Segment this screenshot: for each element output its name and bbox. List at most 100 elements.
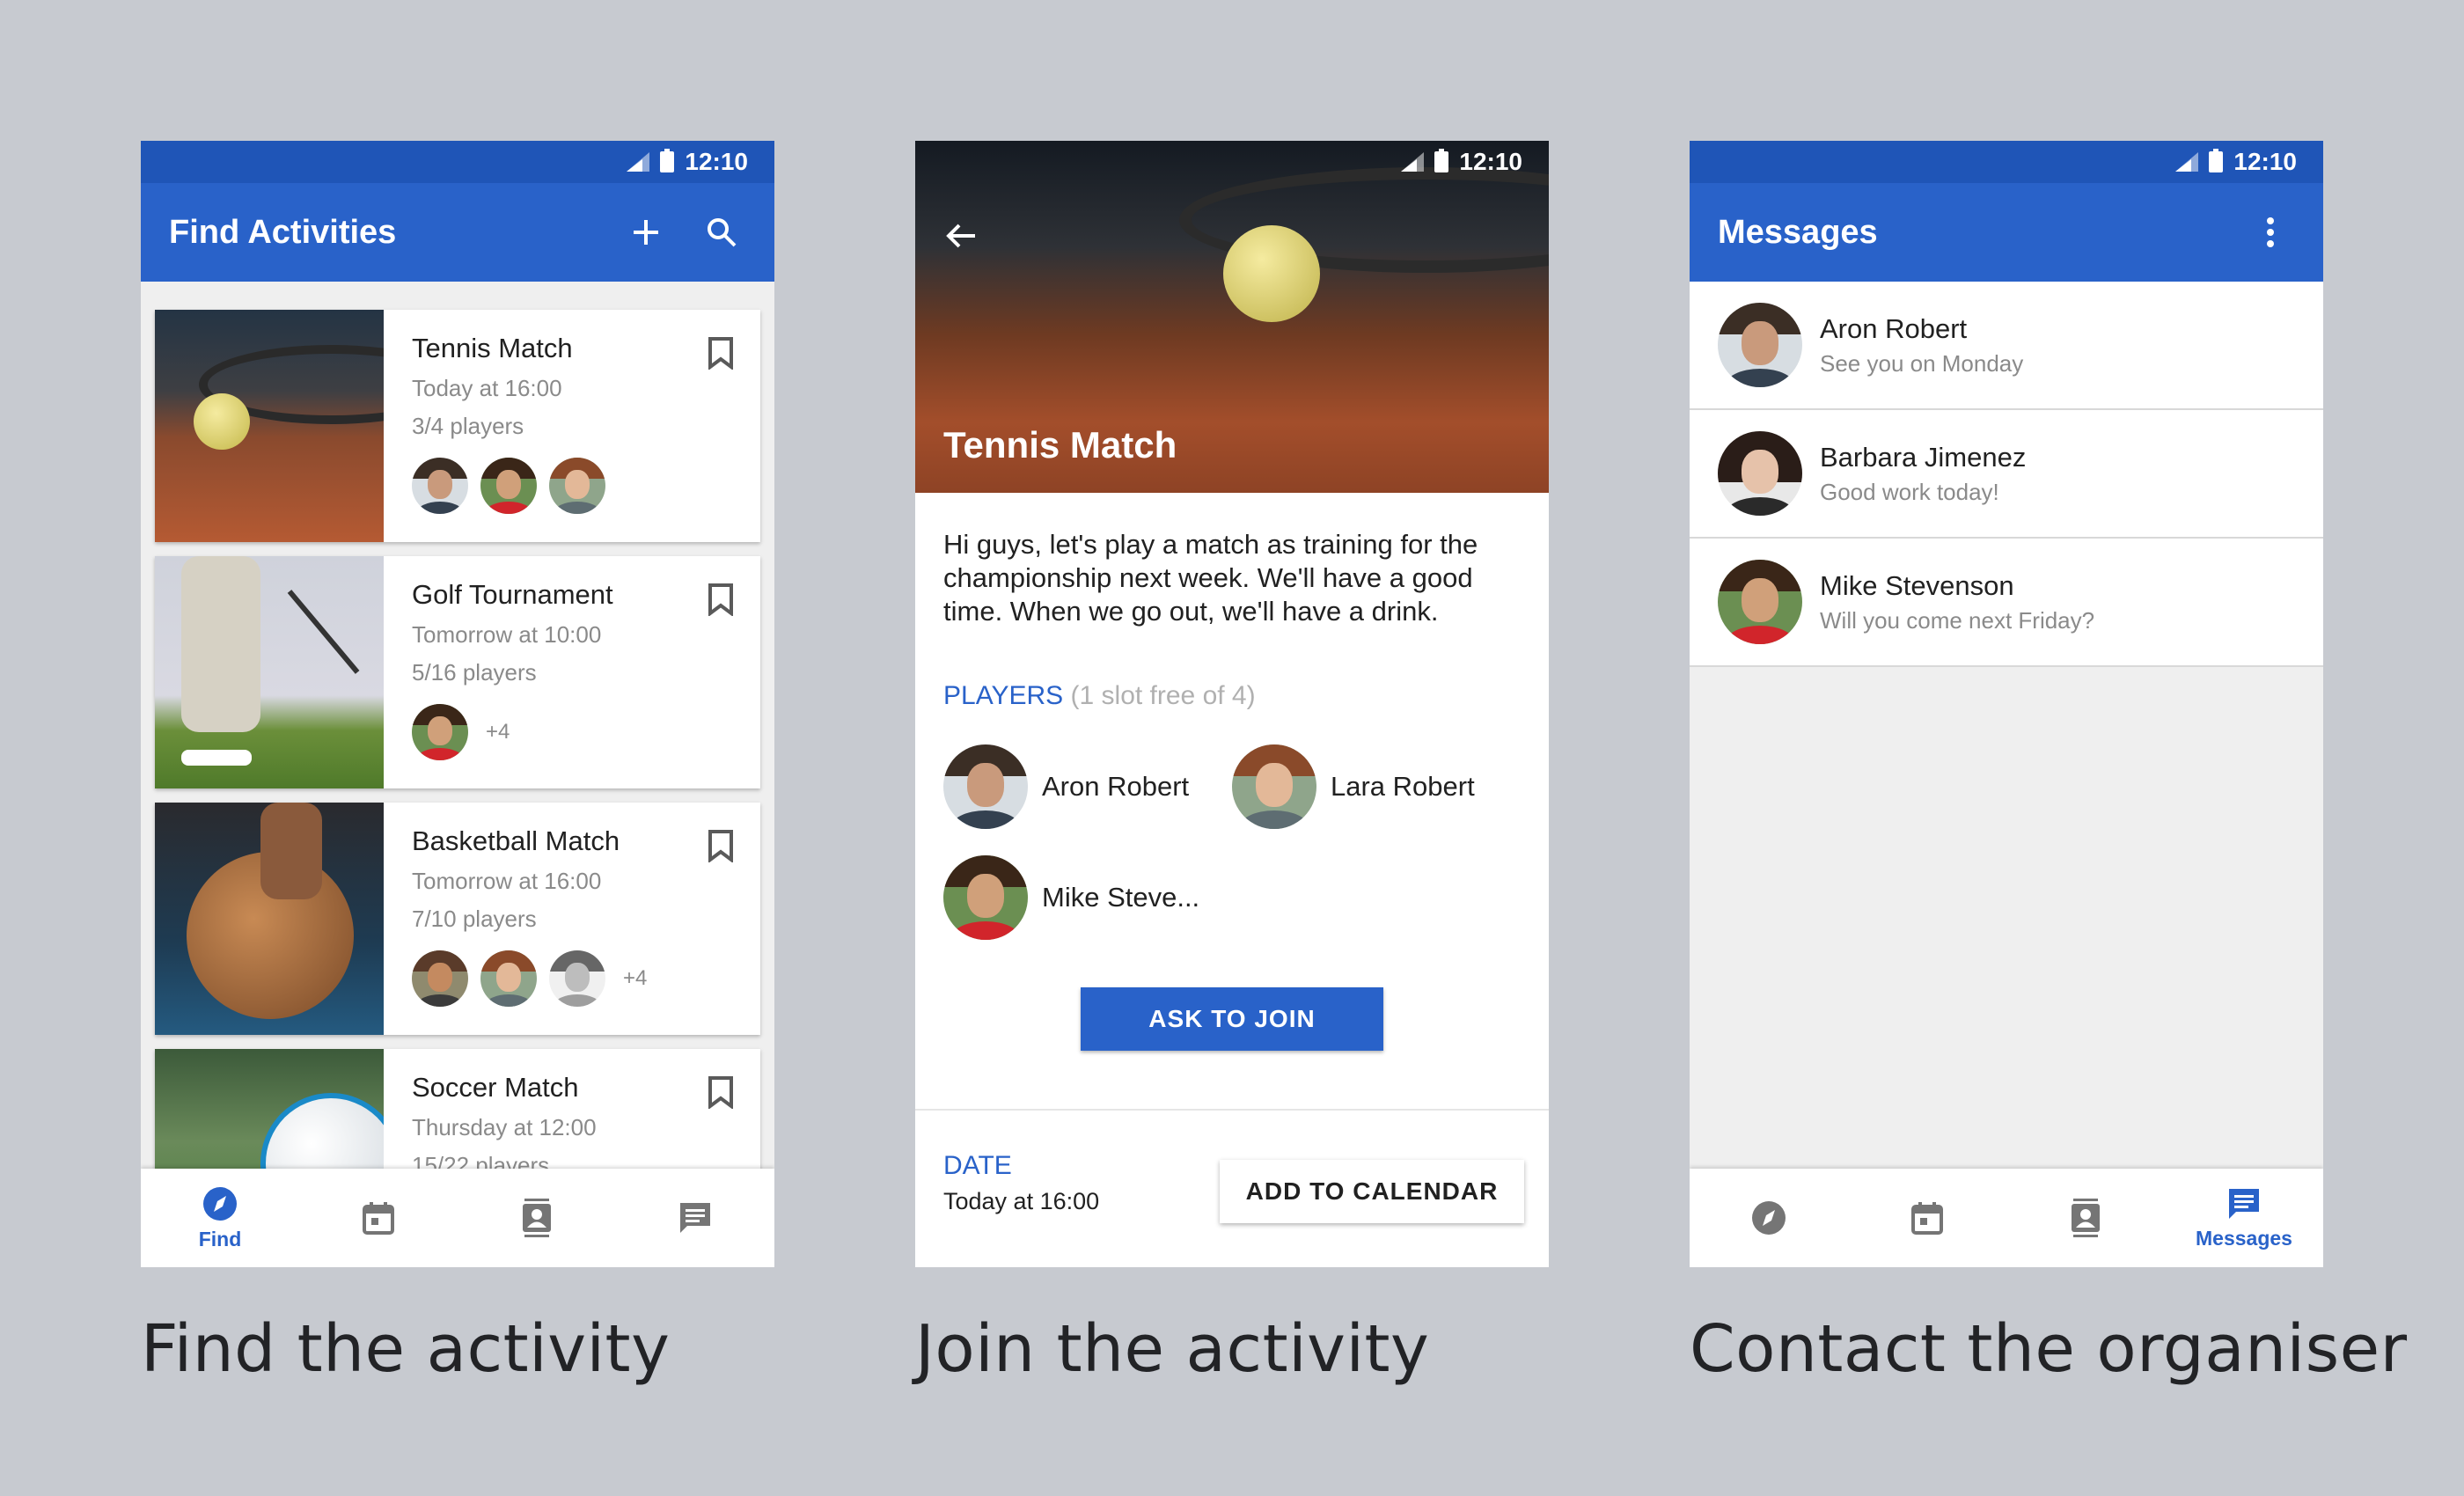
conversation-item[interactable]: Mike Stevenson Will you come next Friday… [1690,539,2323,667]
activity-description: Hi guys, let's play a match as training … [943,529,1478,627]
add-icon[interactable] [621,208,671,257]
activity-card-tennis[interactable]: Tennis Match Today at 16:00 3/4 players [155,310,760,542]
signal-icon [2175,152,2199,172]
activity-title: Basketball Match [412,825,620,856]
nav-find-label: Find [198,1227,242,1250]
avatar [1232,744,1316,829]
players-heading: PLAYERS (1 slot free of 4) [943,681,1256,711]
bottom-navigation: Find [141,1169,774,1267]
battery-icon [660,149,675,172]
activity-card-soccer[interactable]: Soccer Match Thursday at 12:00 15/22 pla… [155,1049,760,1169]
activity-card-golf[interactable]: Golf Tournament Tomorrow at 10:00 5/16 p… [155,556,760,788]
golf-image [155,556,384,788]
contact-name: Aron Robert [1820,312,1968,344]
activity-title: Tennis Match [943,424,1177,466]
bookmark-icon[interactable] [708,1075,734,1109]
contacts-icon [2072,1199,2100,1237]
avatar [1718,303,1802,387]
message-preview: Will you come next Friday? [1820,606,2095,634]
signal-icon [1401,152,1425,172]
player-item[interactable]: Aron Robert [943,744,1189,829]
nav-find[interactable] [1690,1169,1848,1267]
player-name: Lara Robert [1331,771,1475,802]
nav-messages[interactable]: Messages [2165,1169,2323,1267]
chat-icon [2229,1188,2259,1219]
avatar [943,744,1028,829]
message-preview: Good work today! [1820,478,1999,505]
conversation-item[interactable]: Aron Robert See you on Monday [1690,282,2323,410]
activity-time: Tomorrow at 10:00 [412,621,602,648]
contacts-icon [523,1199,551,1237]
activity-players: 3/4 players [412,413,524,439]
nav-contacts[interactable] [458,1169,616,1267]
more-players-count: +4 [623,966,648,990]
nav-calendar[interactable] [1848,1169,2006,1267]
avatar [549,458,605,514]
activity-players: 5/16 players [412,659,537,686]
bookmark-icon[interactable] [708,829,734,862]
chat-icon [680,1203,710,1233]
battery-icon [1434,149,1449,172]
join-activity-screen: 12:10 Tennis Match Hi guys, let's play a… [915,141,1549,1267]
nav-contacts[interactable] [2006,1169,2165,1267]
nav-messages-label: Messages [2196,1226,2292,1250]
conversation-list: Aron Robert See you on Monday Barbara Ji… [1690,282,2323,1169]
hero-image: 12:10 Tennis Match [915,141,1549,493]
nav-find[interactable]: Find [141,1169,299,1267]
activity-list: Tennis Match Today at 16:00 3/4 players … [141,282,774,1169]
more-vert-icon[interactable] [2246,208,2295,257]
contact-name: Mike Stevenson [1820,569,2014,601]
search-icon[interactable] [697,208,746,257]
calendar-icon [1911,1202,1943,1235]
page-title: Find Activities [169,213,397,251]
player-item[interactable]: Mike Steve... [943,855,1199,940]
bookmark-icon[interactable] [708,336,734,370]
find-activities-screen: 12:10 Find Activities Tennis Match Today… [141,141,774,1267]
status-time: 12:10 [685,148,748,175]
soccer-image [155,1049,384,1169]
app-bar: Find Activities [141,183,774,282]
date-value: Today at 16:00 [943,1188,1100,1214]
ask-to-join-button[interactable]: ASK TO JOIN [1081,987,1383,1051]
date-label: DATE [943,1151,1012,1180]
back-arrow-icon[interactable] [936,211,986,260]
status-time: 12:10 [2233,148,2297,175]
status-bar: 12:10 [915,141,1549,183]
avatar-group [412,458,732,514]
avatar-group: +4 [412,950,732,1007]
caption-find: Find the activity [141,1311,671,1387]
nav-calendar[interactable] [299,1169,458,1267]
tennis-image [155,310,384,542]
avatar [412,458,468,514]
caption-contact: Contact the organiser [1690,1311,2408,1387]
avatar-group: +4 [412,704,732,760]
nav-messages[interactable] [616,1169,774,1267]
basketball-image [155,803,384,1035]
activity-card-basketball[interactable]: Basketball Match Tomorrow at 16:00 7/10 … [155,803,760,1035]
bookmark-icon[interactable] [708,583,734,616]
player-item[interactable]: Lara Robert [1232,744,1475,829]
add-to-calendar-button[interactable]: ADD TO CALENDAR [1220,1160,1524,1223]
avatar [412,704,468,760]
activity-players: 15/22 players [412,1152,550,1169]
more-players-count: +4 [486,720,510,744]
avatar [480,950,537,1007]
status-time: 12:10 [1459,148,1522,175]
bottom-navigation: Messages [1690,1169,2323,1267]
avatar [480,458,537,514]
players-slot-count: (1 slot free of 4) [1070,681,1256,710]
activity-time: Today at 16:00 [412,375,562,401]
signal-icon [627,152,650,172]
page-title: Messages [1718,213,1878,251]
conversation-item[interactable]: Barbara Jimenez Good work today! [1690,410,2323,539]
messages-screen: 12:10 Messages Aron Robert See you on Mo… [1690,141,2323,1267]
activity-title: Soccer Match [412,1072,579,1103]
calendar-icon [363,1202,394,1235]
app-bar: Messages [1690,183,2323,282]
avatar [943,855,1028,940]
compass-icon [1752,1201,1786,1235]
caption-join: Join the activity [915,1311,1430,1387]
divider [915,1109,1549,1111]
compass-icon [203,1186,237,1221]
avatar [1718,431,1802,516]
